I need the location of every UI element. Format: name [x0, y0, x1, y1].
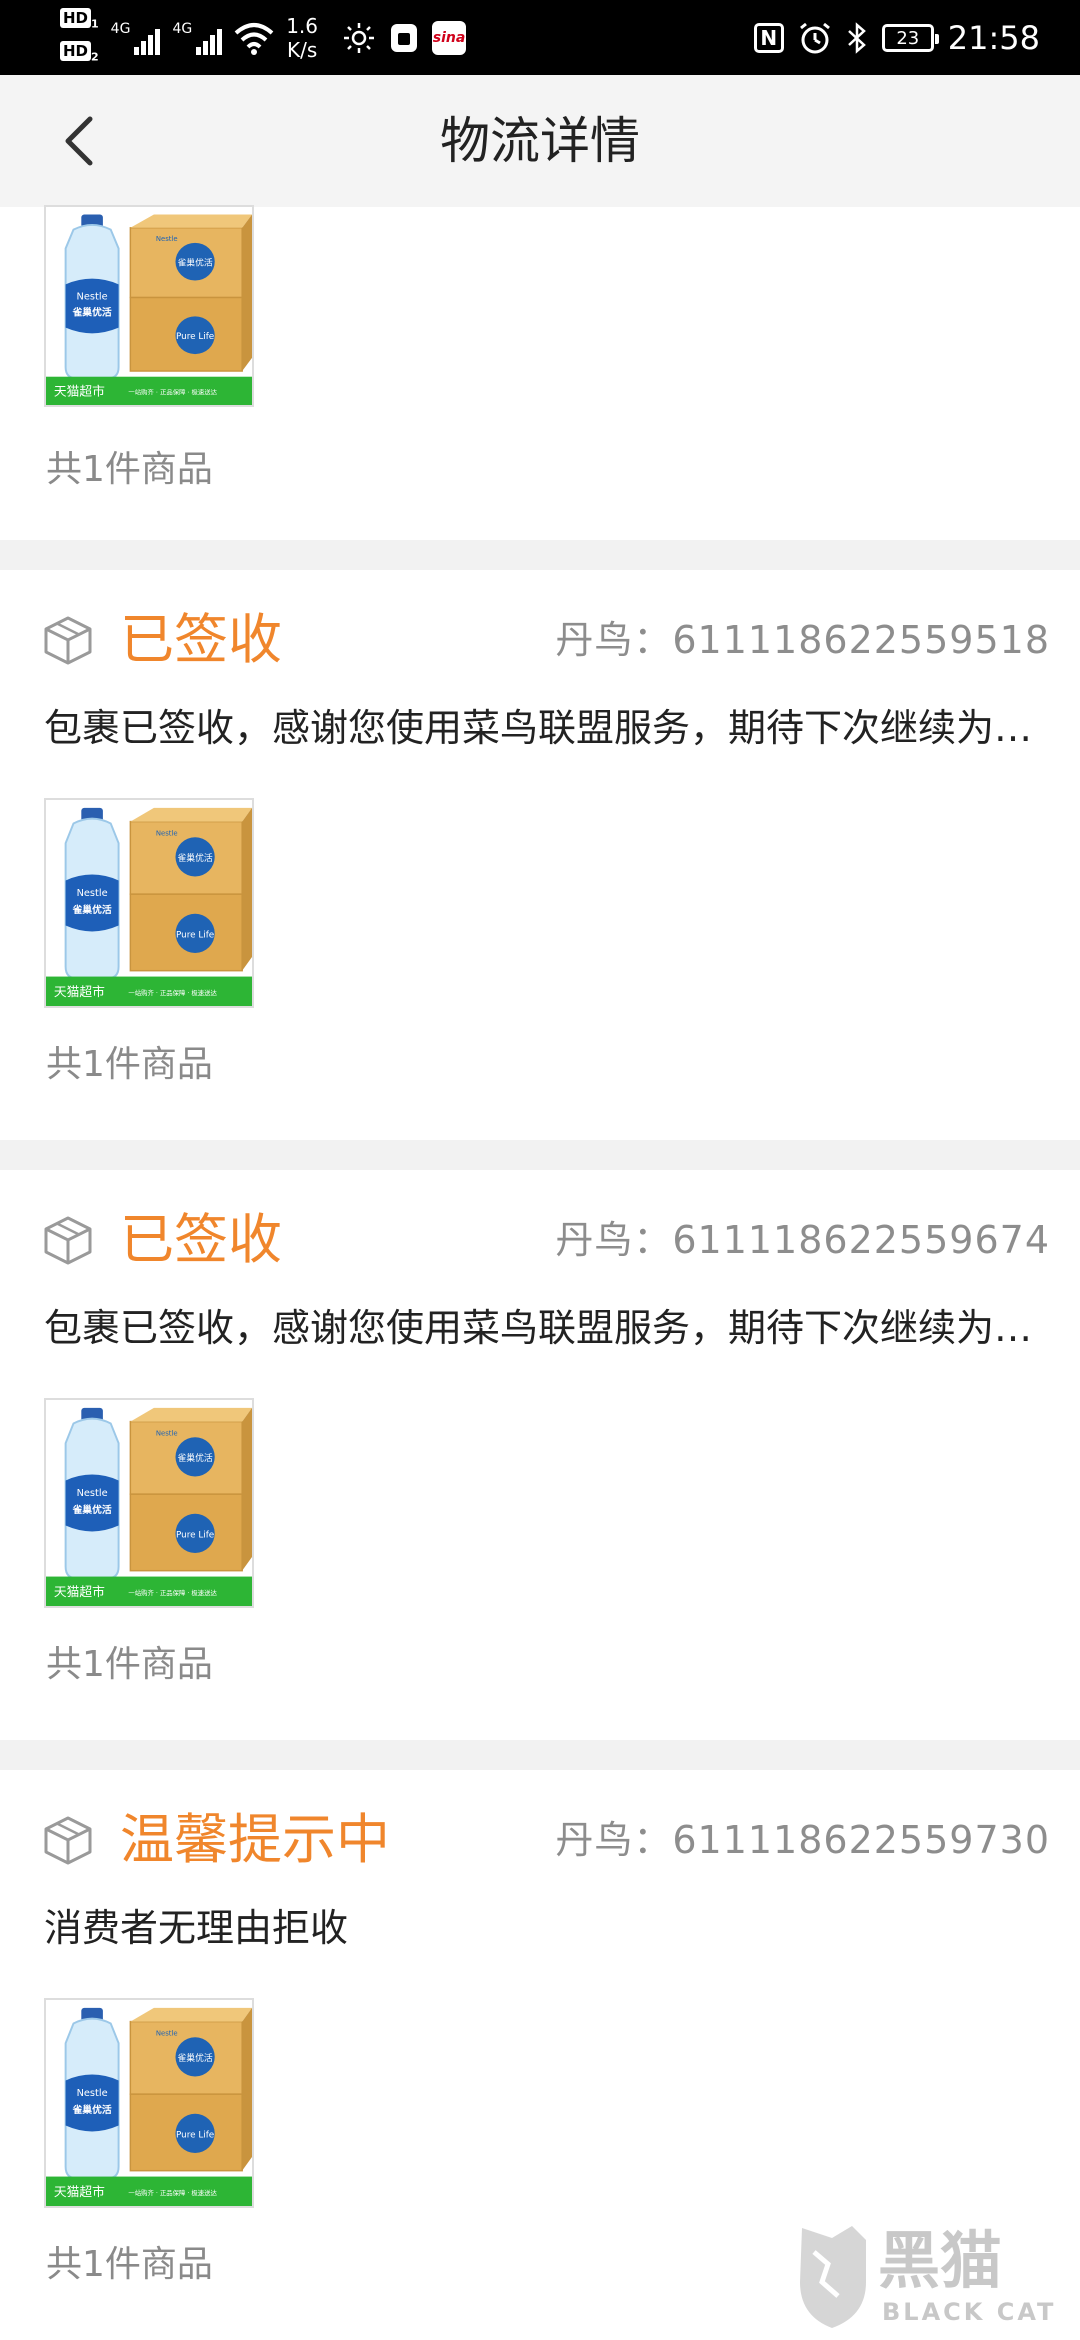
product-image: 雀巢优活 Pure Life Nestle Nestle 雀巢优活 天猫超市 一…: [46, 207, 252, 405]
brightness-icon: [344, 23, 375, 53]
product-image: 雀巢优活 Pure Life Nestle Nestle 雀巢优活 天猫超市 一…: [46, 2000, 252, 2206]
package-header: 已签收 丹鸟：611118622559674: [42, 1200, 1049, 1280]
hd1-label: HD: [60, 8, 92, 29]
tracking-description: 消费者无理由拒收: [44, 1906, 349, 1950]
package-box-icon: [44, 1816, 92, 1865]
box-label: 雀巢优活: [177, 1452, 212, 1464]
box-sub: Pure Life: [176, 930, 214, 940]
box-brand: Nestle: [156, 2029, 178, 2037]
product-thumbnail[interactable]: 雀巢优活 Pure Life Nestle Nestle 雀巢优活 天猫超市 一…: [44, 1998, 254, 2208]
hd2-sub: 2: [91, 50, 99, 64]
net1-label: 4G: [110, 21, 131, 37]
product-image: 雀巢优活 Pure Life Nestle Nestle 雀巢优活 天猫超市 一…: [46, 800, 252, 1006]
item-count: 共1件商品: [46, 2244, 213, 2285]
carton-box-icon: 雀巢优活 Pure Life Nestle: [129, 2007, 252, 2172]
back-button[interactable]: [44, 105, 116, 177]
network-speed: 1.6 K/s: [286, 14, 318, 62]
battery-icon: 23: [881, 24, 939, 52]
bottle-label: 雀巢优活: [72, 1503, 112, 1516]
item-count: 共1件商品: [46, 1044, 213, 1085]
page-title: 物流详情: [440, 112, 640, 170]
wifi-icon: [234, 23, 274, 55]
store-banner-text: 一站购齐 · 正品保障 · 极速送达: [128, 388, 217, 397]
network-speed-unit: K/s: [286, 38, 318, 62]
store-banner-text: 一站购齐 · 正品保障 · 极速送达: [128, 1588, 217, 1597]
delivery-status: 温馨提示中: [120, 1808, 390, 1871]
water-bottle-icon: Nestle 雀巢优活: [64, 1407, 120, 1580]
store-banner-text: 一站购齐 · 正品保障 · 极速送达: [128, 2188, 217, 2197]
alarm-icon: [799, 22, 830, 54]
box-label: 雀巢优活: [177, 2052, 212, 2064]
store-label: 天猫超市: [54, 384, 105, 399]
bottle-label: 雀巢优活: [71, 307, 112, 319]
bottle-label: 雀巢优活: [72, 2103, 112, 2116]
store-banner-text: 一站购齐 · 正品保障 · 极速送达: [128, 988, 217, 997]
tracking-number[interactable]: 丹鸟：611118622559674: [555, 1200, 1050, 1280]
box-sub: Pure Life: [176, 2130, 214, 2140]
water-bottle-icon: Nestle 雀巢优活: [64, 214, 120, 380]
package-card-3[interactable]: 已签收 丹鸟：611118622559674 包裹已签收，感谢您使用菜鸟联盟服务…: [0, 1170, 1080, 1740]
bottle-brand: Nestle: [77, 1488, 108, 1499]
box-brand: Nestle: [156, 1429, 178, 1437]
product-image: 雀巢优活 Pure Life Nestle Nestle 雀巢优活 天猫超市 一…: [46, 1400, 252, 1606]
tracking-number[interactable]: 丹鸟：611118622559730: [555, 1800, 1050, 1880]
package-card-1[interactable]: 雀巢优活 Pure Life Nestle Nestle 雀巢优活 天猫超市 一…: [0, 205, 1080, 540]
watermark-main: 黑猫: [878, 2224, 1002, 2297]
store-label: 天猫超市: [54, 1584, 105, 1600]
bluetooth-icon: [847, 22, 866, 54]
battery-level: 23: [896, 27, 920, 49]
tracking-number[interactable]: 丹鸟：611118622559518: [555, 600, 1050, 680]
package-header: 温馨提示中 丹鸟：611118622559730: [42, 1800, 1049, 1880]
signal-2-icon: 4G: [172, 21, 223, 55]
hd2-label: HD: [60, 41, 92, 61]
item-count: 共1件商品: [46, 1644, 213, 1685]
carton-box-icon: 雀巢优活 Pure Life Nestle: [129, 1407, 252, 1572]
delivery-status: 已签收: [120, 608, 282, 671]
hd-voice-indicator: HD 1 HD 2: [60, 8, 99, 67]
package-box-icon: [44, 616, 92, 665]
bottle-label: 雀巢优活: [72, 903, 112, 916]
store-label: 天猫超市: [54, 984, 105, 1000]
carton-box-icon: 雀巢优活 Pure Life Nestle: [129, 214, 252, 372]
box-brand: Nestle: [156, 829, 178, 837]
tracking-description: 包裹已签收，感谢您使用菜鸟联盟服务，期待下次继续为您服务: [44, 706, 1034, 750]
store-label: 天猫超市: [54, 2184, 105, 2200]
box-brand: Nestle: [156, 235, 178, 243]
sina-app-icon: sina: [432, 21, 467, 55]
carton-box-icon: 雀巢优活 Pure Life Nestle: [129, 807, 252, 972]
package-box-icon: [44, 1216, 92, 1265]
package-header: 已签收 丹鸟：611118622559518: [42, 600, 1049, 680]
nfc-icon: N: [753, 23, 784, 53]
bottle-brand: Nestle: [77, 2088, 108, 2099]
hd1-sub: 1: [91, 18, 99, 31]
delivery-status: 已签收: [120, 1208, 282, 1271]
clock: 21:58: [947, 19, 1040, 57]
box-label: 雀巢优活: [177, 257, 213, 269]
watermark-sub: BLACK CAT: [882, 2298, 1056, 2326]
network-speed-value: 1.6: [286, 14, 319, 38]
product-thumbnail[interactable]: 雀巢优活 Pure Life Nestle Nestle 雀巢优活 天猫超市 一…: [44, 798, 254, 1008]
box-sub: Pure Life: [176, 332, 214, 342]
water-bottle-icon: Nestle 雀巢优活: [64, 807, 120, 980]
box-label: 雀巢优活: [177, 852, 212, 864]
water-bottle-icon: Nestle 雀巢优活: [64, 2007, 120, 2180]
signal-1-icon: 4G: [111, 21, 161, 55]
product-thumbnail[interactable]: 雀巢优活 Pure Life Nestle Nestle 雀巢优活 天猫超市 一…: [44, 205, 254, 407]
net2-label: 4G: [172, 21, 193, 37]
bottle-brand: Nestle: [77, 292, 108, 303]
black-cat-watermark: 黑猫 BLACK CAT: [800, 2224, 1056, 2328]
app-notification-icon: [391, 24, 418, 52]
status-bar: HD 1 HD 2 4G 4G 1.6 K/s sina N 23 21:58: [0, 0, 1080, 75]
nav-bar: 物流详情: [0, 75, 1080, 207]
item-count: 共1件商品: [46, 449, 213, 490]
product-thumbnail[interactable]: 雀巢优活 Pure Life Nestle Nestle 雀巢优活 天猫超市 一…: [44, 1398, 254, 1608]
box-sub: Pure Life: [176, 1530, 214, 1540]
package-card-2[interactable]: 已签收 丹鸟：611118622559518 包裹已签收，感谢您使用菜鸟联盟服务…: [0, 570, 1080, 1140]
tracking-description: 包裹已签收，感谢您使用菜鸟联盟服务，期待下次继续为您服务: [44, 1306, 1034, 1350]
chevron-left-icon: [65, 116, 93, 166]
bottle-brand: Nestle: [77, 888, 108, 899]
